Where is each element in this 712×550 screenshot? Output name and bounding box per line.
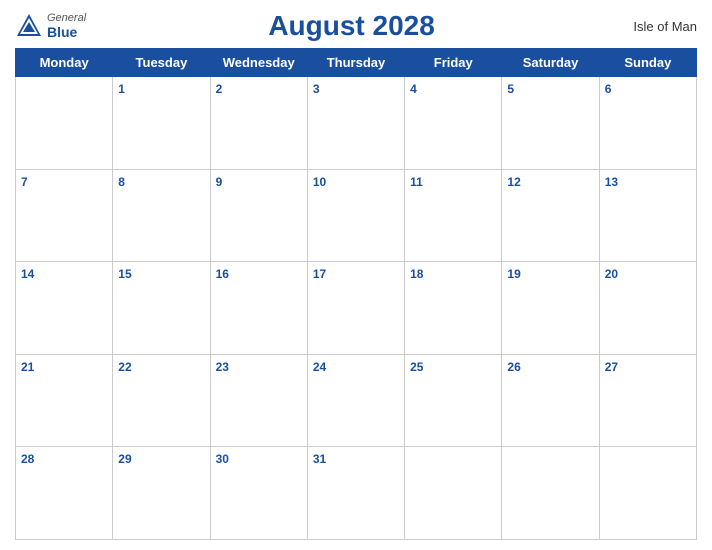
day-number: 22 bbox=[118, 360, 131, 374]
calendar-cell: 10 bbox=[307, 169, 404, 262]
region-label: Isle of Man bbox=[617, 19, 697, 34]
calendar-cell: 30 bbox=[210, 447, 307, 540]
calendar-cell: 6 bbox=[599, 77, 696, 170]
calendar-cell bbox=[599, 447, 696, 540]
weekday-header-sunday: Sunday bbox=[599, 49, 696, 77]
page-header: General Blue August 2028 Isle of Man bbox=[15, 10, 697, 42]
weekday-header-thursday: Thursday bbox=[307, 49, 404, 77]
calendar-cell bbox=[405, 447, 502, 540]
weekday-header-saturday: Saturday bbox=[502, 49, 599, 77]
day-number: 1 bbox=[118, 82, 125, 96]
calendar-cell: 14 bbox=[16, 262, 113, 355]
weekday-header-row: MondayTuesdayWednesdayThursdayFridaySatu… bbox=[16, 49, 697, 77]
calendar-cell: 31 bbox=[307, 447, 404, 540]
calendar-week-row: 1 2 3 4 5 6 bbox=[16, 77, 697, 170]
calendar-cell: 11 bbox=[405, 169, 502, 262]
day-number: 18 bbox=[410, 267, 423, 281]
calendar-cell: 13 bbox=[599, 169, 696, 262]
calendar-cell: 2 bbox=[210, 77, 307, 170]
calendar-cell bbox=[16, 77, 113, 170]
calendar-cell: 8 bbox=[113, 169, 210, 262]
calendar-cell: 25 bbox=[405, 354, 502, 447]
logo-general-text: General bbox=[47, 12, 86, 24]
day-number: 7 bbox=[21, 175, 28, 189]
day-number: 19 bbox=[507, 267, 520, 281]
calendar-cell: 26 bbox=[502, 354, 599, 447]
calendar-cell: 27 bbox=[599, 354, 696, 447]
calendar-cell: 5 bbox=[502, 77, 599, 170]
day-number: 11 bbox=[410, 175, 423, 189]
calendar-cell: 3 bbox=[307, 77, 404, 170]
day-number: 29 bbox=[118, 452, 131, 466]
day-number: 12 bbox=[507, 175, 520, 189]
calendar-cell: 18 bbox=[405, 262, 502, 355]
calendar-cell: 20 bbox=[599, 262, 696, 355]
calendar-cell: 7 bbox=[16, 169, 113, 262]
day-number: 23 bbox=[216, 360, 229, 374]
calendar-cell: 29 bbox=[113, 447, 210, 540]
day-number: 21 bbox=[21, 360, 34, 374]
calendar-cell: 19 bbox=[502, 262, 599, 355]
calendar-cell: 1 bbox=[113, 77, 210, 170]
day-number: 10 bbox=[313, 175, 326, 189]
calendar-cell bbox=[502, 447, 599, 540]
day-number: 6 bbox=[605, 82, 612, 96]
day-number: 8 bbox=[118, 175, 125, 189]
calendar-week-row: 28 29 30 31 bbox=[16, 447, 697, 540]
weekday-header-friday: Friday bbox=[405, 49, 502, 77]
day-number: 15 bbox=[118, 267, 131, 281]
month-title: August 2028 bbox=[86, 10, 617, 42]
calendar-cell: 21 bbox=[16, 354, 113, 447]
logo-blue-text: Blue bbox=[47, 24, 86, 40]
day-number: 28 bbox=[21, 452, 34, 466]
day-number: 14 bbox=[21, 267, 34, 281]
day-number: 26 bbox=[507, 360, 520, 374]
day-number: 5 bbox=[507, 82, 514, 96]
day-number: 3 bbox=[313, 82, 320, 96]
day-number: 30 bbox=[216, 452, 229, 466]
calendar-week-row: 21 22 23 24 25 26 27 bbox=[16, 354, 697, 447]
day-number: 20 bbox=[605, 267, 618, 281]
calendar-cell: 24 bbox=[307, 354, 404, 447]
calendar-week-row: 7 8 9 10 11 12 13 bbox=[16, 169, 697, 262]
calendar-cell: 9 bbox=[210, 169, 307, 262]
weekday-header-tuesday: Tuesday bbox=[113, 49, 210, 77]
calendar-week-row: 14 15 16 17 18 19 20 bbox=[16, 262, 697, 355]
weekday-header-wednesday: Wednesday bbox=[210, 49, 307, 77]
calendar-cell: 12 bbox=[502, 169, 599, 262]
day-number: 9 bbox=[216, 175, 223, 189]
weekday-header-monday: Monday bbox=[16, 49, 113, 77]
calendar-cell: 15 bbox=[113, 262, 210, 355]
calendar-cell: 23 bbox=[210, 354, 307, 447]
generalblue-logo-icon bbox=[15, 12, 43, 40]
day-number: 31 bbox=[313, 452, 326, 466]
day-number: 16 bbox=[216, 267, 229, 281]
calendar-cell: 22 bbox=[113, 354, 210, 447]
calendar-cell: 28 bbox=[16, 447, 113, 540]
day-number: 2 bbox=[216, 82, 223, 96]
day-number: 13 bbox=[605, 175, 618, 189]
day-number: 17 bbox=[313, 267, 326, 281]
day-number: 24 bbox=[313, 360, 326, 374]
calendar-cell: 17 bbox=[307, 262, 404, 355]
calendar-cell: 4 bbox=[405, 77, 502, 170]
day-number: 4 bbox=[410, 82, 417, 96]
day-number: 27 bbox=[605, 360, 618, 374]
logo: General Blue bbox=[15, 12, 86, 40]
day-number: 25 bbox=[410, 360, 423, 374]
calendar-cell: 16 bbox=[210, 262, 307, 355]
calendar-table: MondayTuesdayWednesdayThursdayFridaySatu… bbox=[15, 48, 697, 540]
